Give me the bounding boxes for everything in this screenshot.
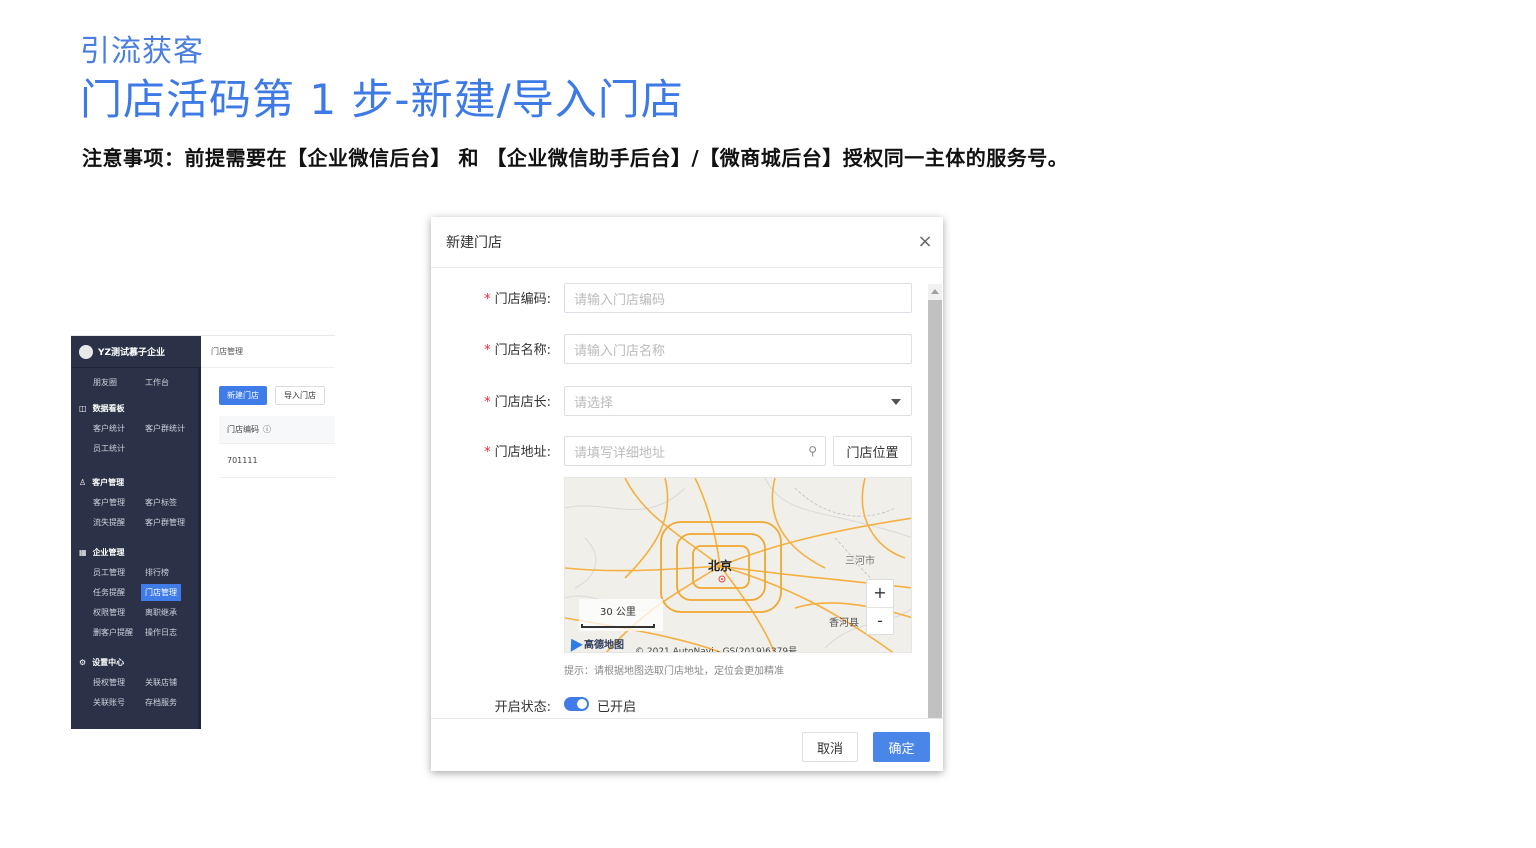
dialog-header: 新建门店 × (431, 217, 943, 268)
map-scale-label: 30 公里 (600, 607, 636, 618)
dialog-title: 新建门店 (446, 235, 502, 251)
confirm-button[interactable]: 确定 (873, 732, 930, 762)
sidebar-group-customers: ♙ 客户管理 (79, 477, 125, 487)
close-icon[interactable]: × (917, 233, 933, 251)
slide: 引流获客 门店活码第 1 步-新建/导入门店 注意事项：前提需要在【企业微信后台… (0, 0, 1536, 848)
search-icon[interactable]: ⚲ (808, 444, 817, 458)
scrollbar-thumb[interactable] (928, 300, 942, 718)
sidebar-item-customer-mgmt[interactable]: 客户管理 (93, 497, 145, 508)
map-town-label: 三河市 (845, 556, 875, 567)
store-name-input[interactable]: 请输入门店名称 (564, 334, 912, 364)
cancel-button[interactable]: 取消 (802, 732, 858, 762)
map-copyright: © 2021 AutoNavi - GS(2019)6379号 (635, 647, 798, 653)
store-address-input[interactable]: 请填写详细地址 ⚲ (564, 436, 826, 466)
map-scale-bar (581, 624, 655, 628)
sidebar-group-data: ◫ 数据看板 (79, 403, 125, 413)
map-town-label: 香河县 (829, 618, 859, 629)
breadcrumb: 门店管理 (201, 336, 335, 368)
dialog-scrollbar[interactable] (928, 284, 942, 718)
sidebar-item-store-mgmt[interactable]: 门店管理 (141, 583, 181, 601)
sidebar-item-group-stats[interactable]: 客户群统计 (145, 423, 197, 434)
zoom-out-button[interactable]: - (867, 608, 893, 636)
chart-icon: ◫ (79, 403, 87, 413)
sidebar-row: 流失提醒 客户群管理 (71, 512, 201, 532)
store-manager-label: * 门店店长: (484, 395, 551, 410)
user-icon: ♙ (79, 477, 87, 487)
sidebar-row: 权限管理 离职继承 (71, 602, 201, 622)
sidebar-item-moments[interactable]: 朋友圈 (93, 377, 145, 388)
sidebar-item-op-log[interactable]: 操作日志 (145, 627, 197, 638)
sidebar-row: 任务提醒 门店管理 (71, 582, 201, 602)
sidebar-item-customer-stats[interactable]: 客户统计 (93, 423, 145, 434)
admin-main: 门店管理 新建门店 导入门店 门店编码 ⓘ 701111 (201, 336, 335, 729)
zoom-in-button[interactable]: + (867, 580, 893, 608)
sidebar-group-settings: ⚙ 设置中心 (79, 657, 125, 667)
amap-logo-icon (565, 635, 583, 652)
brand-name: YZ测试慕子企业 (98, 348, 166, 358)
dialog-body: * 门店编码: 请输入门店编码 * 门店名称: 请输入门店名称 * 门店店长: 请选择… (431, 268, 943, 718)
store-location-button[interactable]: 门店位置 (833, 436, 912, 466)
map-city-label: 北京 (708, 559, 733, 573)
column-store-code: 门店编码 (227, 425, 259, 434)
sidebar-item-workbench[interactable]: 工作台 (145, 377, 197, 388)
sidebar-item-linked-shop[interactable]: 关联店铺 (145, 677, 197, 688)
sidebar-item-staff-mgmt[interactable]: 员工管理 (93, 567, 145, 578)
store-code-cell: 701111 (227, 456, 258, 465)
sidebar-item-delete-alert[interactable]: 删客户提醒 (93, 627, 145, 638)
sidebar-item-customer-tags[interactable]: 客户标签 (145, 497, 197, 508)
store-code-label: * 门店编码: (484, 292, 551, 307)
sidebar-row: 朋友圈 工作台 (71, 372, 201, 392)
chevron-down-icon (891, 399, 901, 405)
toolbar: 新建门店 导入门店 (219, 386, 325, 405)
map-zoom-control: + - (866, 579, 894, 635)
sidebar-item-task-alert[interactable]: 任务提醒 (93, 587, 145, 598)
status-toggle[interactable] (564, 697, 589, 711)
building-icon: ▦ (79, 547, 87, 557)
company-logo-icon (79, 344, 93, 359)
sidebar-item-group-mgmt[interactable]: 客户群管理 (145, 517, 197, 528)
store-address-label: * 门店地址: (484, 445, 551, 460)
page-title: 门店活码第 1 步-新建/导入门店 (80, 75, 684, 124)
sidebar-row: 员工统计 (71, 438, 201, 458)
gear-icon: ⚙ (79, 657, 87, 667)
new-store-dialog: 新建门店 × * 门店编码: 请输入门店编码 * 门店名称: 请输入门店名称 * 门店… (431, 217, 943, 771)
status-label: 开启状态: (494, 700, 551, 715)
map-provider-logo: 高德地图 (565, 635, 624, 652)
store-code-input[interactable]: 请输入门店编码 (564, 283, 912, 313)
sidebar-group-enterprise: ▦ 企业管理 (79, 547, 125, 557)
sidebar-row: 客户管理 客户标签 (71, 492, 201, 512)
sidebar-row: 授权管理 关联店铺 (71, 672, 201, 692)
table-row[interactable]: 701111 (219, 444, 335, 478)
sidebar-item-linked-account[interactable]: 关联账号 (93, 697, 145, 708)
section-subtitle: 引流获客 (80, 34, 204, 69)
store-manager-select[interactable]: 请选择 (564, 386, 912, 416)
sidebar-brand: YZ测试慕子企业 (71, 336, 201, 368)
sidebar-item-permissions[interactable]: 权限管理 (93, 607, 145, 618)
new-store-button[interactable]: 新建门店 (219, 386, 267, 405)
status-value: 已开启 (597, 700, 637, 715)
sidebar-item-staff-stats[interactable]: 员工统计 (93, 443, 145, 454)
sidebar-row: 客户统计 客户群统计 (71, 418, 201, 438)
sidebar-row: 删客户提醒 操作日志 (71, 622, 201, 642)
scroll-up-arrow-icon[interactable] (931, 289, 939, 294)
map-view[interactable]: 北京 三河市 香河县 + - 30 公里 高德地图 © 2021 AutoNav… (564, 477, 912, 653)
sidebar-item-auth-mgmt[interactable]: 授权管理 (93, 677, 145, 688)
notice-text: 注意事项：前提需要在【企业微信后台】 和 【企业微信助手后台】/【微商城后台】授… (82, 146, 1069, 170)
sidebar-item-churn-alert[interactable]: 流失提醒 (93, 517, 145, 528)
sidebar-item-ranking[interactable]: 排行榜 (145, 567, 197, 578)
store-name-label: * 门店名称: (484, 343, 551, 358)
map-hint: 提示：请根据地图选取门店地址，定位会更加精准 (564, 666, 784, 677)
sidebar: YZ测试慕子企业 朋友圈 工作台 ◫ 数据看板 客户统计 客户群统计 员工统计 ♙… (71, 336, 201, 729)
sidebar-item-archive[interactable]: 存档服务 (145, 697, 197, 708)
admin-screenshot: YZ测试慕子企业 朋友圈 工作台 ◫ 数据看板 客户统计 客户群统计 员工统计 ♙… (71, 335, 335, 729)
help-icon: ⓘ (263, 425, 271, 434)
table-header: 门店编码 ⓘ (219, 416, 335, 444)
sidebar-row: 员工管理 排行榜 (71, 562, 201, 582)
dialog-footer: 取消 确定 (431, 718, 943, 771)
sidebar-row: 关联账号 存档服务 (71, 692, 201, 712)
sidebar-item-resign-inherit[interactable]: 离职继承 (145, 607, 197, 618)
import-store-button[interactable]: 导入门店 (275, 386, 325, 405)
